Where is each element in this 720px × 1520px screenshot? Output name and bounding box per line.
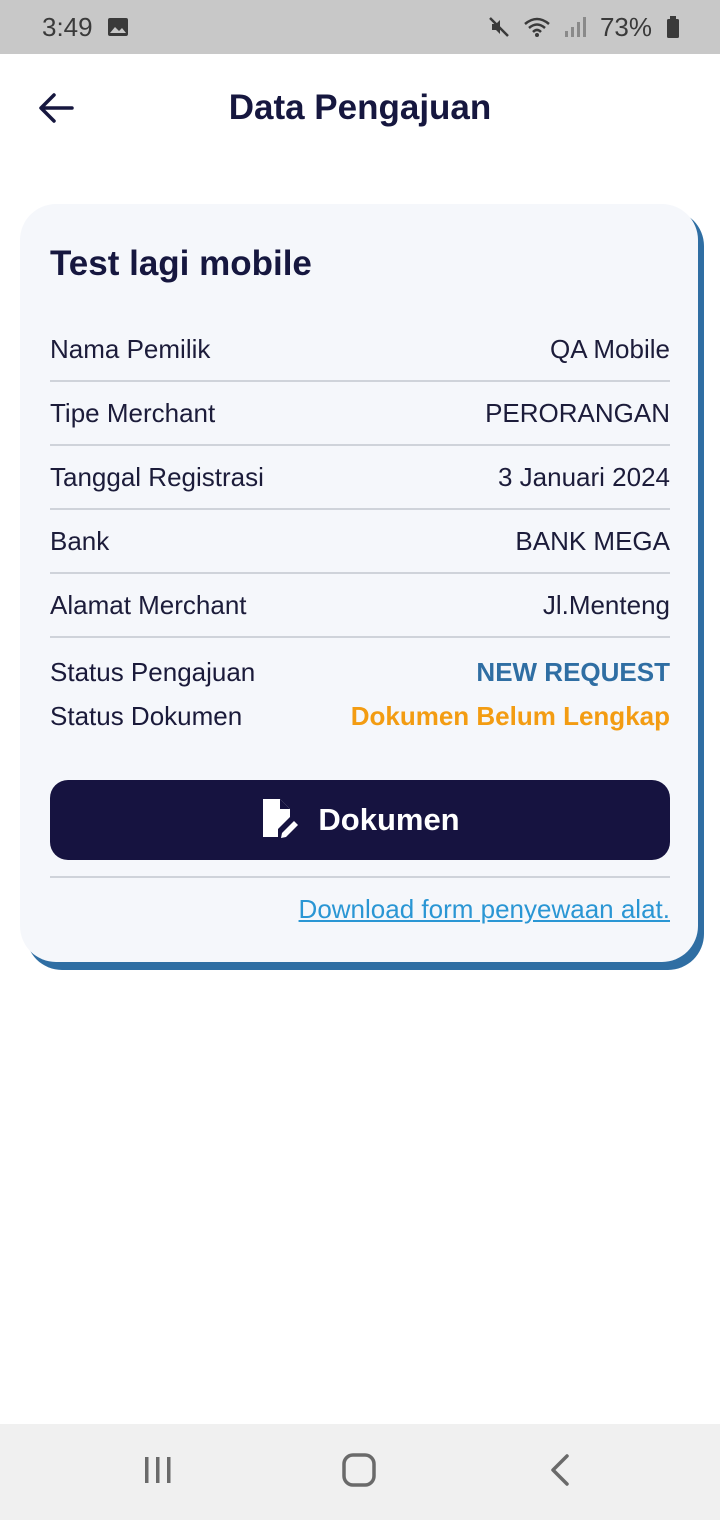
nav-back-icon bbox=[548, 1453, 572, 1492]
document-button[interactable]: Dokumen bbox=[50, 780, 670, 860]
submission-card: Test lagi mobile Nama Pemilik QA Mobile … bbox=[20, 204, 698, 962]
document-button-label: Dokumen bbox=[318, 802, 460, 837]
detail-row-address: Alamat Merchant Jl.Menteng bbox=[50, 574, 670, 638]
status-submission-badge: NEW REQUEST bbox=[476, 656, 670, 687]
status-document-row: Status Dokumen Dokumen Belum Lengkap bbox=[50, 694, 670, 738]
page-title: Data Pengajuan bbox=[228, 88, 492, 127]
signal-icon bbox=[564, 17, 586, 37]
detail-list: Nama Pemilik QA Mobile Tipe Merchant PER… bbox=[50, 318, 670, 638]
detail-label: Nama Pemilik bbox=[50, 333, 211, 364]
wifi-icon bbox=[524, 17, 550, 37]
detail-row-bank: Bank BANK MEGA bbox=[50, 510, 670, 574]
system-navigation-bar bbox=[0, 1424, 720, 1520]
status-bar: 3:49 73% bbox=[0, 0, 720, 54]
detail-value: BANK MEGA bbox=[515, 525, 670, 556]
recent-apps-button[interactable] bbox=[128, 1448, 188, 1496]
detail-value: 3 Januari 2024 bbox=[497, 461, 670, 492]
download-form-link[interactable]: Download form penyewaan alat. bbox=[299, 894, 670, 925]
home-icon bbox=[341, 1452, 377, 1493]
document-edit-icon bbox=[260, 797, 300, 844]
divider bbox=[50, 876, 670, 878]
app-bar: Data Pengajuan bbox=[0, 54, 720, 166]
merchant-name-title: Test lagi mobile bbox=[50, 244, 312, 283]
detail-value: QA Mobile bbox=[550, 333, 670, 364]
detail-label: Alamat Merchant bbox=[50, 589, 247, 620]
home-button[interactable] bbox=[329, 1448, 389, 1496]
detail-row-merchant-type: Tipe Merchant PERORANGAN bbox=[50, 382, 670, 446]
detail-row-registration-date: Tanggal Registrasi 3 Januari 2024 bbox=[50, 446, 670, 510]
image-notification-icon bbox=[107, 17, 129, 37]
detail-label: Bank bbox=[50, 525, 110, 556]
recent-apps-icon bbox=[142, 1454, 174, 1491]
status-block: Status Pengajuan NEW REQUEST Status Doku… bbox=[50, 650, 670, 738]
mute-icon bbox=[488, 16, 510, 38]
detail-row-owner: Nama Pemilik QA Mobile bbox=[50, 318, 670, 382]
battery-icon bbox=[666, 16, 680, 38]
status-submission-row: Status Pengajuan NEW REQUEST bbox=[50, 650, 670, 694]
status-document-label: Status Dokumen bbox=[50, 700, 243, 731]
battery-percentage: 73% bbox=[599, 11, 652, 42]
detail-label: Tipe Merchant bbox=[50, 397, 216, 428]
nav-back-button[interactable] bbox=[530, 1448, 590, 1496]
detail-label: Tanggal Registrasi bbox=[50, 461, 264, 492]
detail-value: Jl.Menteng bbox=[542, 589, 670, 620]
status-time: 3:49 bbox=[42, 11, 93, 42]
status-submission-label: Status Pengajuan bbox=[50, 656, 256, 687]
detail-value: PERORANGAN bbox=[485, 397, 670, 428]
status-document-badge: Dokumen Belum Lengkap bbox=[350, 700, 670, 731]
